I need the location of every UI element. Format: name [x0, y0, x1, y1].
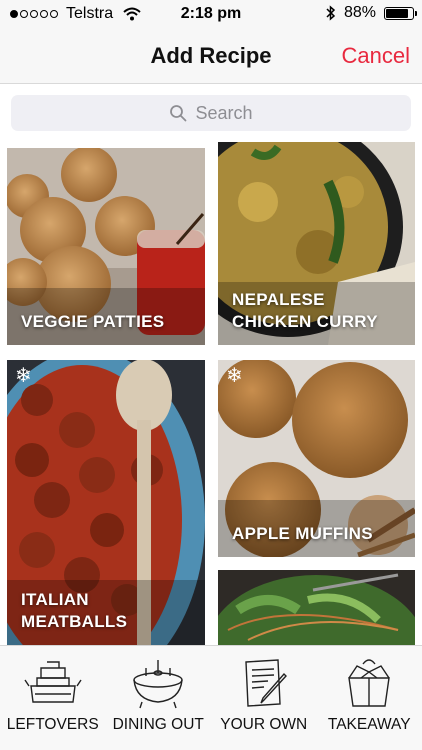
status-bar: Telstra 2:18 pm 88%	[0, 0, 422, 28]
search-placeholder: Search	[195, 102, 253, 123]
tab-label: LEFTOVERS	[6, 716, 99, 733]
tab-label: TAKEAWAY	[327, 716, 411, 733]
tab-your-own[interactable]: YOUR OWN	[211, 646, 317, 750]
recipe-card-salad[interactable]	[218, 570, 415, 645]
salad-photo	[218, 570, 415, 645]
tab-dining-out[interactable]: DINING OUT	[106, 646, 212, 750]
search-icon	[170, 105, 187, 122]
frozen-icon: ❄	[15, 365, 32, 387]
frozen-icon: ❄	[226, 365, 243, 387]
bluetooth-icon	[326, 5, 336, 21]
recipe-name: NEPALESE CHICKEN CURRY	[232, 290, 378, 331]
leftovers-icon	[24, 661, 82, 703]
tab-bar: LEFTOVERS DINING OUT YOUR OWN TAKEAWAY	[0, 645, 422, 750]
battery-percent: 88%	[343, 4, 376, 21]
tab-leftovers[interactable]: LEFTOVERS	[0, 646, 106, 750]
tab-takeaway[interactable]: TAKEAWAY	[317, 646, 422, 750]
recipe-name: APPLE MUFFINS	[232, 524, 373, 543]
recipe-card-veggie-patties[interactable]: VEGGIE PATTIES	[7, 148, 205, 345]
tab-label: DINING OUT	[112, 716, 204, 733]
recipe-name: ITALIAN MEATBALLS	[21, 590, 128, 631]
dining-out-icon	[133, 660, 183, 709]
navigation-bar: Add Recipe Cancel	[0, 28, 422, 84]
recipe-grid: VEGGIE PATTIES NEPALESE CHICKEN CURRY ❄ …	[0, 142, 422, 645]
cancel-button[interactable]: Cancel	[342, 43, 410, 69]
search-container: Search	[0, 84, 422, 142]
recipe-card-nepalese-chicken-curry[interactable]: NEPALESE CHICKEN CURRY	[218, 142, 415, 345]
takeaway-icon	[348, 659, 391, 707]
recipe-card-apple-muffins[interactable]: ❄ APPLE MUFFINS	[218, 360, 415, 557]
search-field[interactable]: Search	[11, 95, 411, 131]
tab-label: YOUR OWN	[220, 716, 308, 733]
recipe-card-italian-meatballs[interactable]: ❄ ITALIAN MEATBALLS	[7, 360, 205, 645]
battery-icon	[384, 6, 417, 20]
recipe-name: VEGGIE PATTIES	[21, 312, 165, 331]
your-own-icon	[245, 659, 287, 707]
